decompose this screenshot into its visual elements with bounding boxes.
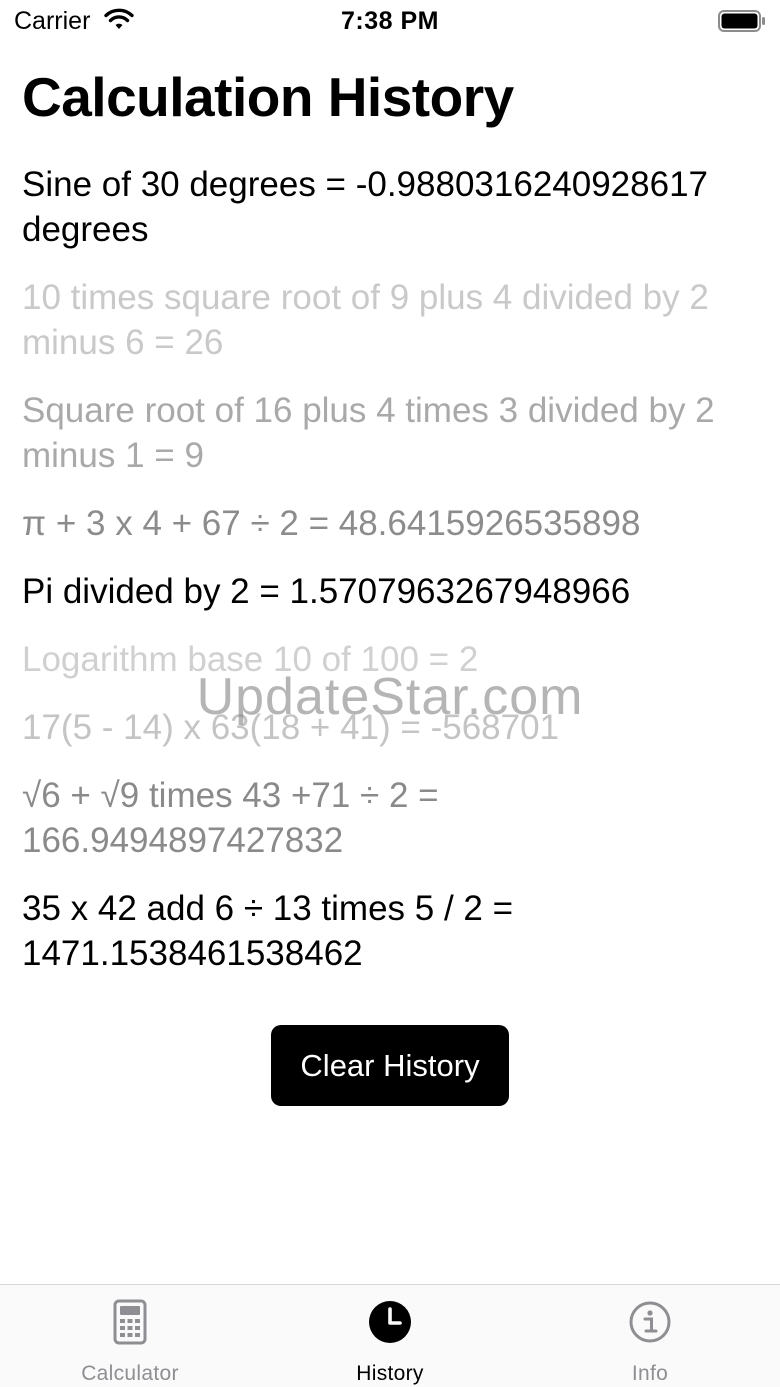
page-title: Calculation History — [22, 66, 514, 128]
history-item: 10 times square root of 9 plus 4 divided… — [22, 278, 709, 362]
history-item: π + 3 x 4 + 67 ÷ 2 = 48.6415926535898 — [22, 504, 641, 543]
history-screen: Carrier 7:38 PM Calculation History Sine… — [0, 0, 780, 1387]
history-item: Sine of 30 degrees = -0.9880316240928617… — [22, 165, 709, 249]
tab-label: History — [356, 1362, 424, 1385]
clear-history-button[interactable]: Clear History — [271, 1025, 509, 1106]
tab-label: Calculator — [81, 1362, 179, 1385]
history-item: Square root of 16 plus 4 times 3 divided… — [22, 391, 715, 475]
history-list: Sine of 30 degrees = -0.9880316240928617… — [22, 162, 762, 999]
history-item: Pi divided by 2 = 1.5707963267948966 — [22, 572, 631, 611]
tab-history[interactable]: History — [260, 1285, 520, 1387]
battery-icon — [718, 10, 765, 32]
tab-info[interactable]: Info — [520, 1285, 780, 1387]
tab-bar: Calculator History Info — [0, 1284, 780, 1387]
info-icon — [629, 1301, 671, 1343]
status-bar: Carrier 7:38 PM — [0, 0, 780, 44]
history-item: √6 + √9 times 43 +71 ÷ 2 = 166.949489742… — [22, 776, 439, 860]
status-time: 7:38 PM — [341, 7, 439, 35]
history-item: 17(5 - 14) x 63(18 + 41) = -568701 — [22, 708, 560, 747]
calculator-icon — [113, 1299, 147, 1345]
tab-calculator[interactable]: Calculator — [0, 1285, 260, 1387]
tab-label: Info — [631, 1362, 669, 1385]
history-item: 35 x 42 add 6 ÷ 13 times 5 / 2 = 1471.15… — [22, 889, 514, 973]
clock-icon — [369, 1301, 411, 1343]
history-item: Logarithm base 10 of 100 = 2 — [22, 640, 479, 679]
